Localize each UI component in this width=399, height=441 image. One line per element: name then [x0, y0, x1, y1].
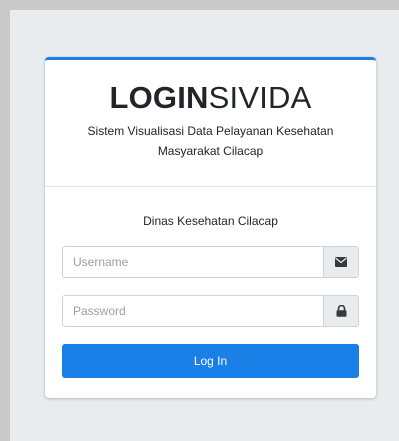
login-card-body: Dinas Kesehatan Cilacap Username Log In: [45, 211, 376, 378]
app-subtitle: Sistem Visualisasi Data Pelayanan Keseha…: [87, 124, 334, 158]
password-input-group: [62, 295, 359, 327]
password-input[interactable]: [62, 295, 323, 327]
app-logo[interactable]: LOGINSIVIDA: [45, 80, 376, 116]
login-card: LOGINSIVIDA Sistem Visualisasi Data Pela…: [45, 57, 376, 398]
username-input-group: [62, 246, 359, 278]
envelope-icon: [323, 246, 359, 278]
lock-icon: [323, 295, 359, 327]
login-card-header: LOGINSIVIDA Sistem Visualisasi Data Pela…: [45, 60, 376, 187]
username-input[interactable]: [62, 246, 323, 278]
login-box-message: Dinas Kesehatan Cilacap: [143, 214, 278, 228]
login-button[interactable]: Log In: [62, 344, 359, 378]
logo-light-text: SIVIDA: [208, 80, 312, 115]
logo-bold-text: LOGIN: [109, 80, 209, 115]
login-page: LOGINSIVIDA Sistem Visualisasi Data Pela…: [10, 10, 399, 441]
